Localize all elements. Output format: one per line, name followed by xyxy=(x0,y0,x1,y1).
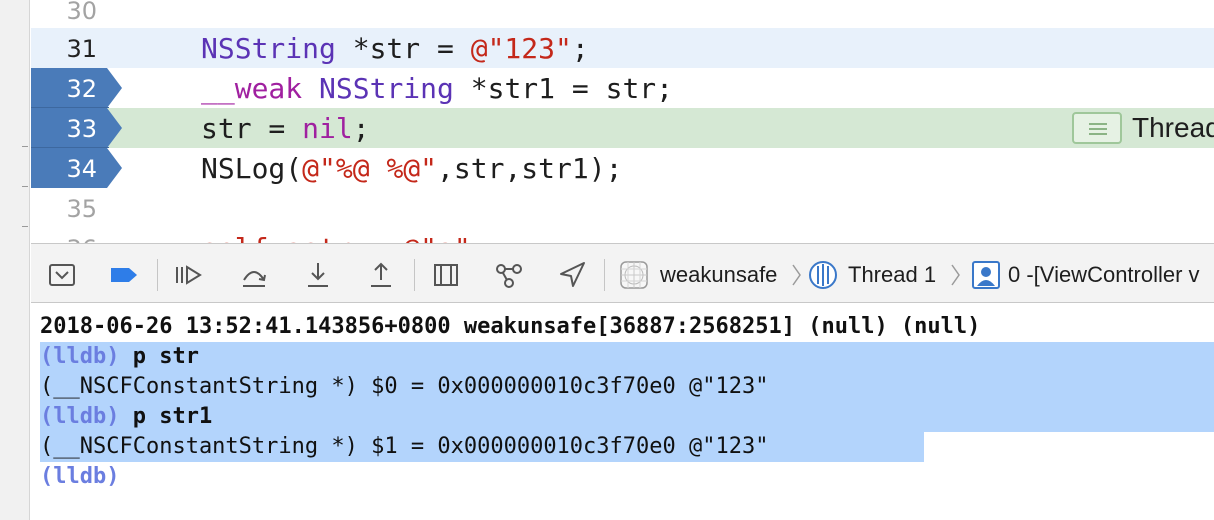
list-icon xyxy=(1089,123,1107,125)
line-gutter[interactable]: 30 xyxy=(31,0,123,30)
chevron-right-icon xyxy=(792,264,801,286)
code-line[interactable]: 36 self.astr = @"a"; xyxy=(31,228,1214,243)
keyword-token: __weak xyxy=(201,72,303,105)
thread-icon[interactable] xyxy=(808,260,838,290)
list-icon xyxy=(1089,133,1107,135)
breadcrumb-thread[interactable]: Thread 1 xyxy=(848,262,936,288)
selection-highlight xyxy=(40,342,1214,372)
type-token: NSString xyxy=(319,72,454,105)
code-token: str = xyxy=(201,112,303,145)
thread-badge-label: Thread xyxy=(1132,112,1214,143)
console-output-line: (__NSCFConstantString *) $1 = 0x00000001… xyxy=(40,434,769,459)
line-number: 33 xyxy=(66,115,97,143)
code-token: ,str,str1); xyxy=(437,152,623,185)
breakpoint-marker[interactable]: 34 xyxy=(31,148,123,188)
line-gutter[interactable]: 36 xyxy=(31,228,123,243)
lldb-prompt: (lldb) xyxy=(40,464,120,489)
thread-badge-button[interactable] xyxy=(1072,112,1122,144)
console-input-line[interactable]: (lldb) xyxy=(40,462,119,492)
type-token: NSString xyxy=(201,32,336,65)
step-into-icon[interactable] xyxy=(303,260,333,290)
code-token: ; xyxy=(352,112,370,145)
breakpoints-toggle-icon[interactable] xyxy=(109,260,139,290)
code-text[interactable]: self.astr = @"a"; xyxy=(201,232,488,243)
code-text[interactable]: __weak NSString *str1 = str; xyxy=(201,72,673,105)
debug-console[interactable]: 2018-06-26 13:52:41.143856+0800 weakunsa… xyxy=(31,304,1214,520)
code-line[interactable]: 35 xyxy=(31,188,1214,228)
source-editor[interactable]: 30 31 NSString *str = @"123"; 32 __weak … xyxy=(31,0,1214,243)
line-gutter[interactable]: 35 xyxy=(31,188,123,228)
code-line[interactable]: 30 xyxy=(31,0,1214,30)
console-command: p str1 xyxy=(119,404,213,429)
breakpoint-marker[interactable]: 32 xyxy=(31,68,123,108)
line-number: 32 xyxy=(66,75,97,103)
code-text[interactable]: NSString *str = @"123"; xyxy=(201,32,589,65)
step-over-icon[interactable] xyxy=(239,260,269,290)
debug-bar: weakunsafe Thread 1 0 -[ViewController v xyxy=(31,243,1214,303)
toolbar-separator xyxy=(157,259,158,291)
edge-tick xyxy=(22,146,28,147)
console-command-line: (lldb) p str1 xyxy=(40,402,212,432)
thread-indicator[interactable]: Thread xyxy=(1072,111,1214,145)
breadcrumb-frame[interactable]: 0 -[ViewController v xyxy=(1008,262,1200,288)
line-number: 34 xyxy=(66,155,97,183)
app-icon[interactable] xyxy=(619,260,649,290)
lldb-prompt: (lldb) xyxy=(40,344,120,369)
list-icon xyxy=(1089,128,1107,130)
frame-icon[interactable] xyxy=(971,260,1001,290)
breadcrumb-process[interactable]: weakunsafe xyxy=(660,262,777,288)
view-hierarchy-icon[interactable] xyxy=(431,260,461,290)
console-output-line: (__NSCFConstantString *) $0 = 0x00000001… xyxy=(40,374,769,399)
string-literal: @"123" xyxy=(470,32,572,65)
line-number: 36 xyxy=(66,235,97,243)
line-gutter[interactable]: 31 xyxy=(31,28,123,68)
keyword-token: nil xyxy=(302,112,353,145)
line-number: 35 xyxy=(66,195,97,223)
selection-highlight xyxy=(40,402,1214,432)
code-token: NSLog( xyxy=(201,152,303,185)
toolbar-separator xyxy=(414,259,415,291)
continue-icon[interactable] xyxy=(173,260,203,290)
edge-tick xyxy=(22,226,28,227)
code-line-program-counter[interactable]: 33 str = nil; Thread xyxy=(31,108,1214,148)
chevron-right-icon xyxy=(951,264,960,286)
step-out-icon[interactable] xyxy=(366,260,396,290)
line-number: 31 xyxy=(66,35,97,63)
toolbar-separator xyxy=(604,259,605,291)
string-literal: @"%@ %@" xyxy=(302,152,438,185)
code-token: *str1 = str; xyxy=(453,72,674,105)
code-token: *str = xyxy=(335,32,471,65)
line-number: 30 xyxy=(66,0,97,25)
code-line-current[interactable]: 31 NSString *str = @"123"; xyxy=(31,28,1214,68)
lldb-prompt: (lldb) xyxy=(40,404,120,429)
code-token: ; xyxy=(571,32,589,65)
hide-debug-area-icon[interactable] xyxy=(47,260,77,290)
memory-graph-icon[interactable] xyxy=(494,260,524,290)
breakpoint-marker[interactable]: 33 xyxy=(31,108,123,148)
console-command-line: (lldb) p str xyxy=(40,342,199,372)
code-text[interactable]: NSLog(@"%@ %@",str,str1); xyxy=(201,152,622,185)
simulate-location-icon[interactable] xyxy=(557,260,587,290)
code-line-breakpoint[interactable]: 34 NSLog(@"%@ %@",str,str1); xyxy=(31,148,1214,188)
console-log-line: 2018-06-26 13:52:41.143856+0800 weakunsa… xyxy=(40,314,981,339)
console-command: p str xyxy=(119,344,199,369)
left-panel-edge xyxy=(0,0,30,520)
edge-tick xyxy=(22,186,28,187)
code-text[interactable]: str = nil; xyxy=(201,112,370,145)
code-line-breakpoint[interactable]: 32 __weak NSString *str1 = str; xyxy=(31,68,1214,108)
